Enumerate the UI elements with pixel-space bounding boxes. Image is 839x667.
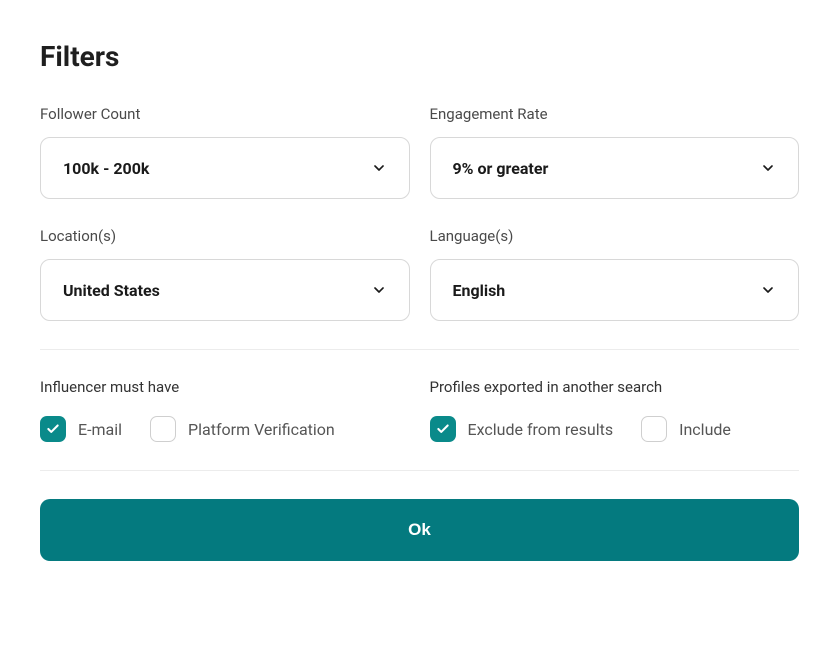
engagement-rate-label: Engagement Rate	[430, 105, 800, 123]
checkbox-box	[150, 416, 176, 442]
field-engagement-rate: Engagement Rate 9% or greater	[430, 105, 800, 199]
chevron-down-icon	[371, 160, 387, 176]
languages-label: Language(s)	[430, 227, 800, 245]
languages-select[interactable]: English	[430, 259, 800, 321]
checkbox-section: Influencer must have E-mail Platform Ver…	[40, 378, 799, 442]
follower-count-select[interactable]: 100k - 200k	[40, 137, 410, 199]
checkbox-box	[430, 416, 456, 442]
exported-label: Profiles exported in another search	[430, 378, 800, 396]
check-icon	[46, 422, 60, 436]
checkbox-exclude[interactable]: Exclude from results	[430, 416, 614, 442]
locations-label: Location(s)	[40, 227, 410, 245]
check-icon	[436, 422, 450, 436]
divider	[40, 470, 799, 471]
divider	[40, 349, 799, 350]
filters-grid: Follower Count 100k - 200k Engagement Ra…	[40, 105, 799, 321]
ok-button[interactable]: Ok	[40, 499, 799, 561]
follower-count-value: 100k - 200k	[63, 159, 149, 178]
exported-group: Profiles exported in another search Excl…	[430, 378, 800, 442]
exported-row: Exclude from results Include	[430, 416, 800, 442]
checkbox-include[interactable]: Include	[641, 416, 731, 442]
checkbox-box	[40, 416, 66, 442]
chevron-down-icon	[760, 282, 776, 298]
checkbox-email-label: E-mail	[78, 420, 122, 439]
engagement-rate-value: 9% or greater	[453, 159, 549, 178]
checkbox-exclude-label: Exclude from results	[468, 420, 614, 439]
locations-value: United States	[63, 281, 160, 300]
locations-select[interactable]: United States	[40, 259, 410, 321]
checkbox-platform-verification-label: Platform Verification	[188, 420, 335, 439]
page-title: Filters	[40, 40, 799, 73]
field-locations: Location(s) United States	[40, 227, 410, 321]
checkbox-box	[641, 416, 667, 442]
checkbox-include-label: Include	[679, 420, 731, 439]
chevron-down-icon	[371, 282, 387, 298]
follower-count-label: Follower Count	[40, 105, 410, 123]
must-have-row: E-mail Platform Verification	[40, 416, 410, 442]
field-languages: Language(s) English	[430, 227, 800, 321]
checkbox-email[interactable]: E-mail	[40, 416, 122, 442]
field-follower-count: Follower Count 100k - 200k	[40, 105, 410, 199]
checkbox-platform-verification[interactable]: Platform Verification	[150, 416, 335, 442]
must-have-label: Influencer must have	[40, 378, 410, 396]
engagement-rate-select[interactable]: 9% or greater	[430, 137, 800, 199]
chevron-down-icon	[760, 160, 776, 176]
languages-value: English	[453, 281, 506, 300]
must-have-group: Influencer must have E-mail Platform Ver…	[40, 378, 410, 442]
